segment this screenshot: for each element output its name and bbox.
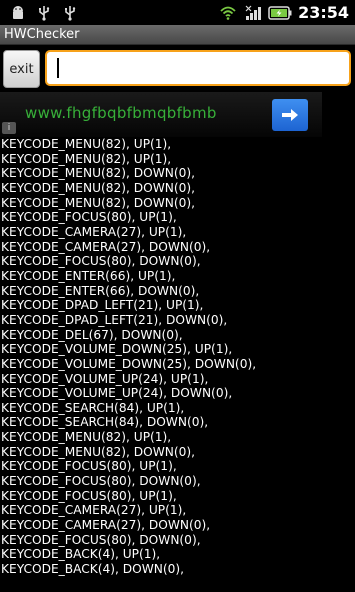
log-line: KEYCODE_VOLUME_UP(24), DOWN(0), xyxy=(1,386,233,401)
ad-text: www.fhgfbqbfbmqbfbmb xyxy=(25,104,217,122)
input-row: exit xyxy=(0,45,355,92)
log-line: KEYCODE_ENTER(66), DOWN(0), xyxy=(1,283,200,298)
text-caret xyxy=(57,58,59,78)
log-line: KEYCODE_FOCUS(80), UP(1), xyxy=(1,459,177,474)
log-line: KEYCODE_MENU(82), DOWN(0), xyxy=(1,166,196,181)
log-line: KEYCODE_VOLUME_UP(24), UP(1), xyxy=(1,371,209,386)
log-line: KEYCODE_MENU(82), UP(1), xyxy=(1,151,172,166)
log-line: KEYCODE_MENU(82), UP(1), xyxy=(1,430,172,445)
log-line: KEYCODE_MENU(82), DOWN(0), xyxy=(1,444,196,459)
log-line: KEYCODE_FOCUS(80), DOWN(0), xyxy=(1,474,201,489)
app-title-bar: HWChecker xyxy=(0,25,355,45)
battery-charging-icon xyxy=(268,5,292,20)
log-line: KEYCODE_MENU(82), DOWN(0), xyxy=(1,195,196,210)
log-line: KEYCODE_SEARCH(84), DOWN(0), xyxy=(1,415,209,430)
android-notification-icon xyxy=(13,5,23,19)
log-line: KEYCODE_SEARCH(84), UP(1), xyxy=(1,400,185,415)
system-icons: 23:54 xyxy=(218,3,355,22)
key-input-field[interactable] xyxy=(45,50,351,86)
log-line: KEYCODE_FOCUS(80), DOWN(0), xyxy=(1,254,201,269)
notification-icons xyxy=(0,5,78,21)
log-line: KEYCODE_ENTER(66), UP(1), xyxy=(1,268,176,283)
ad-banner[interactable]: www.fhgfbqbfbmqbfbmb i xyxy=(0,92,322,137)
ad-info-icon[interactable]: i xyxy=(2,122,16,134)
log-line: KEYCODE_VOLUME_DOWN(25), DOWN(0), xyxy=(1,356,257,371)
log-line: KEYCODE_DPAD_LEFT(21), DOWN(0), xyxy=(1,312,228,327)
arrow-right-icon xyxy=(282,109,298,121)
log-line: KEYCODE_DPAD_LEFT(21), UP(1), xyxy=(1,298,204,313)
ad-arrow-button[interactable] xyxy=(272,99,308,131)
log-line: KEYCODE_CAMERA(27), UP(1), xyxy=(1,224,187,239)
signal-icon xyxy=(245,5,262,20)
usb-icon xyxy=(65,5,76,21)
log-line: KEYCODE_FOCUS(80), DOWN(0), xyxy=(1,532,201,547)
log-line: KEYCODE_DEL(67), DOWN(0), xyxy=(1,327,183,342)
log-line: KEYCODE_FOCUS(80), UP(1), xyxy=(1,488,177,503)
log-line: KEYCODE_CAMERA(27), DOWN(0), xyxy=(1,518,211,533)
log-line: KEYCODE_BACK(4), DOWN(0), xyxy=(1,562,185,577)
log-line: KEYCODE_FOCUS(80), UP(1), xyxy=(1,210,177,225)
log-line: KEYCODE_MENU(82), DOWN(0), xyxy=(1,180,196,195)
exit-button[interactable]: exit xyxy=(3,50,40,88)
log-line: KEYCODE_CAMERA(27), DOWN(0), xyxy=(1,239,211,254)
log-line: KEYCODE_VOLUME_DOWN(25), UP(1), xyxy=(1,342,233,357)
clock: 23:54 xyxy=(298,3,349,22)
app-title: HWChecker xyxy=(4,27,80,42)
log-line: KEYCODE_CAMERA(27), UP(1), xyxy=(1,503,187,518)
usb-icon xyxy=(39,5,50,21)
status-bar: 23:54 xyxy=(0,0,355,25)
log-line: KEYCODE_MENU(82), UP(1), xyxy=(1,137,172,151)
wifi-icon xyxy=(220,6,236,20)
key-event-log[interactable]: KEYCODE_MENU(82), UP(1), KEYCODE_MENU(82)… xyxy=(0,137,355,592)
log-line: KEYCODE_BACK(4), UP(1), xyxy=(1,547,161,562)
